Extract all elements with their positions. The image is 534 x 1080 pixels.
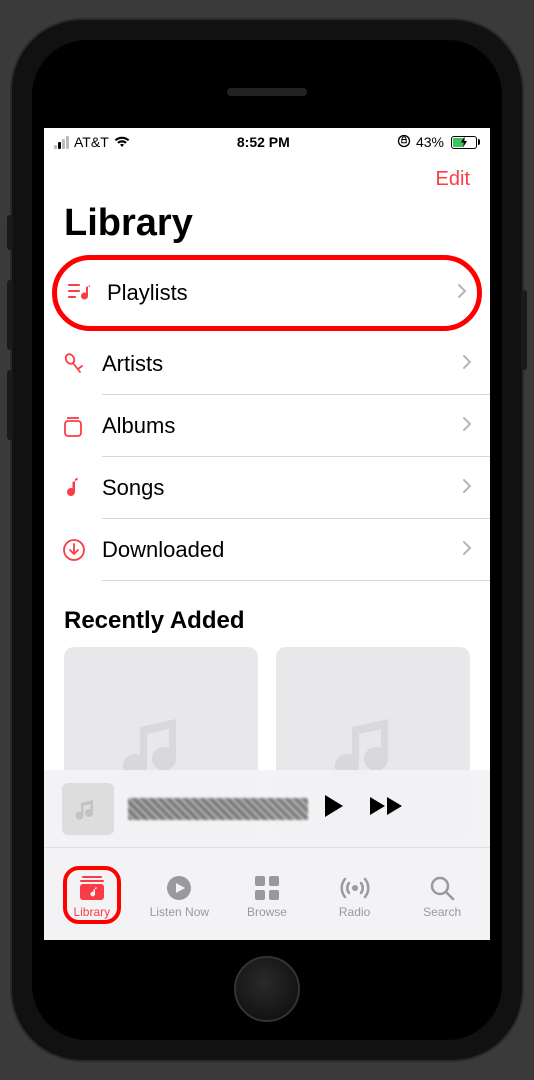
volume-down-button: [7, 370, 13, 440]
library-row-label: Albums: [96, 413, 462, 439]
status-bar: AT&T 8:52 PM 43%: [44, 128, 490, 156]
library-row-albums[interactable]: Albums: [44, 395, 490, 457]
chevron-right-icon: [462, 354, 472, 375]
tab-search[interactable]: Search: [398, 874, 486, 919]
tab-radio[interactable]: Radio: [311, 874, 399, 919]
library-row-label: Downloaded: [96, 537, 462, 563]
status-right: 43%: [397, 134, 480, 151]
song-icon: [62, 476, 96, 500]
chevron-right-icon: [462, 540, 472, 561]
tab-listen-now[interactable]: Listen Now: [136, 874, 224, 919]
forward-button[interactable]: [368, 795, 404, 822]
miniplayer-title-redacted: [128, 798, 308, 820]
speaker-grille: [227, 88, 307, 96]
library-row-playlists[interactable]: Playlists: [52, 255, 482, 331]
recently-added-title: Recently Added: [44, 581, 490, 647]
nav-bar: Edit: [44, 156, 490, 202]
playlist-icon: [67, 282, 101, 304]
library-row-artists[interactable]: Artists: [44, 333, 490, 395]
radio-tab-icon: [340, 874, 370, 902]
volume-up-button: [7, 280, 13, 350]
play-button[interactable]: [322, 793, 346, 824]
chevron-right-icon: [462, 416, 472, 437]
phone-bezel: AT&T 8:52 PM 43%: [32, 40, 502, 1040]
tab-label: Listen Now: [150, 905, 209, 919]
library-row-downloaded[interactable]: Downloaded: [44, 519, 490, 581]
tab-label: Search: [423, 905, 461, 919]
signal-bars-icon: [54, 136, 69, 149]
music-placeholder-icon: [73, 794, 103, 824]
miniplayer-controls: [322, 793, 404, 824]
miniplayer[interactable]: [44, 770, 490, 848]
highlight-ring: [63, 866, 121, 924]
orientation-lock-icon: [397, 134, 411, 151]
mute-switch: [7, 215, 13, 250]
tab-browse[interactable]: Browse: [223, 874, 311, 919]
phone-frame: AT&T 8:52 PM 43%: [12, 20, 522, 1060]
wifi-icon: [114, 136, 130, 148]
home-button[interactable]: [234, 956, 300, 1022]
edit-button[interactable]: Edit: [436, 168, 470, 191]
status-left: AT&T: [54, 134, 130, 150]
search-tab-icon: [429, 874, 455, 902]
tab-label: Browse: [247, 905, 287, 919]
chevron-right-icon: [462, 478, 472, 499]
browse-tab-icon: [254, 874, 280, 902]
downloaded-icon: [62, 538, 96, 562]
power-button: [521, 290, 527, 370]
tab-bar: Library Listen Now Browse: [44, 848, 490, 940]
tab-library[interactable]: Library: [48, 874, 136, 919]
chevron-right-icon: [457, 283, 467, 304]
battery-icon: [449, 136, 480, 149]
divider: [102, 580, 490, 581]
screen: AT&T 8:52 PM 43%: [44, 128, 490, 940]
bottom-overlay: Library Listen Now Browse: [44, 770, 490, 940]
miniplayer-artwork: [62, 783, 114, 835]
library-row-label: Artists: [96, 351, 462, 377]
listen-now-tab-icon: [165, 874, 193, 902]
artist-icon: [62, 352, 96, 376]
carrier-label: AT&T: [74, 134, 109, 150]
library-row-label: Playlists: [101, 280, 457, 306]
battery-pct-label: 43%: [416, 134, 444, 150]
status-time: 8:52 PM: [237, 134, 290, 150]
tab-label: Radio: [339, 905, 370, 919]
page-title: Library: [44, 202, 490, 253]
library-list: Playlists Artists: [44, 253, 490, 581]
album-icon: [62, 414, 96, 438]
library-row-songs[interactable]: Songs: [44, 457, 490, 519]
library-row-label: Songs: [96, 475, 462, 501]
